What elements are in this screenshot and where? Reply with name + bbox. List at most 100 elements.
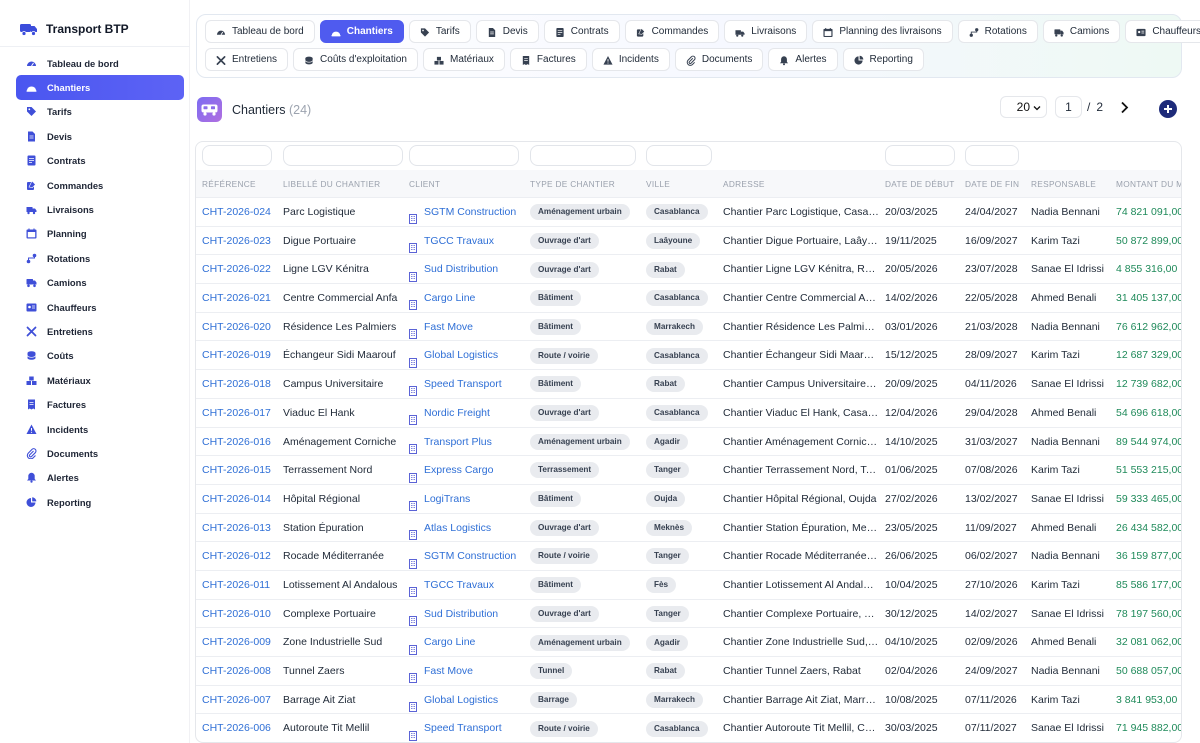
tab-commandes[interactable]: Commandes	[624, 20, 720, 43]
client-link[interactable]: Atlas Logistics	[424, 514, 491, 543]
column-header[interactable]: ADRESSE	[723, 179, 765, 189]
client-link[interactable]: TGCC Travaux	[424, 227, 494, 256]
sidebar-item-couts[interactable]: Coûts	[16, 344, 184, 368]
table-row[interactable]: CHT-2026-007 Barrage Ait Ziat Global Logis…	[196, 686, 1181, 715]
client-link[interactable]: SGTM Construction	[424, 542, 516, 571]
sidebar-item-reporting[interactable]: Reporting	[16, 490, 184, 514]
reference-link[interactable]: CHT-2026-022	[202, 255, 280, 284]
reference-link[interactable]: CHT-2026-015	[202, 456, 280, 485]
reference-link[interactable]: CHT-2026-018	[202, 370, 280, 399]
client-link[interactable]: Global Logistics	[424, 341, 498, 370]
client-link[interactable]: Sud Distribution	[424, 600, 498, 629]
reference-link[interactable]: CHT-2026-024	[202, 198, 280, 227]
table-row[interactable]: CHT-2026-014 Hôpital Régional LogiTrans Bât…	[196, 485, 1181, 514]
table-row[interactable]: CHT-2026-013 Station Épuration Atlas Logis…	[196, 514, 1181, 543]
column-filter-input[interactable]	[646, 145, 712, 166]
reference-link[interactable]: CHT-2026-007	[202, 686, 280, 715]
tab-tarifs[interactable]: Tarifs	[408, 20, 471, 43]
page-number-input[interactable]: 1	[1055, 96, 1082, 118]
sidebar-item-factures[interactable]: Factures	[16, 392, 184, 416]
column-header[interactable]: RÉFÉRENCE	[202, 179, 256, 189]
tab-factures[interactable]: Factures	[509, 48, 587, 71]
tab-chantiers[interactable]: Chantiers	[319, 20, 404, 43]
sidebar-item-tableau-de-bord[interactable]: Tableau de bord	[16, 51, 184, 75]
table-row[interactable]: CHT-2026-020 Résidence Les Palmiers Fast M…	[196, 313, 1181, 342]
sidebar-item-chantiers[interactable]: Chantiers	[16, 75, 184, 100]
column-filter-input[interactable]	[283, 145, 403, 166]
sidebar-item-rotations[interactable]: Rotations	[16, 246, 184, 270]
client-link[interactable]: Fast Move	[424, 657, 473, 686]
column-header[interactable]: DATE DE DÉBUT	[885, 179, 955, 189]
chevron-right-icon[interactable]	[1117, 100, 1131, 114]
column-filter-input[interactable]	[409, 145, 519, 166]
tab-camions[interactable]: Camions	[1042, 20, 1121, 43]
sidebar-item-alertes[interactable]: Alertes	[16, 466, 184, 490]
table-row[interactable]: CHT-2026-022 Ligne LGV Kénitra Sud Distrib…	[196, 255, 1181, 285]
add-chantier-button[interactable]	[1159, 100, 1177, 118]
table-row[interactable]: CHT-2026-015 Terrassement Nord Express Car…	[196, 456, 1181, 485]
brand[interactable]: Transport BTP	[20, 22, 129, 36]
tab-chauffeurs[interactable]: Chauffeurs	[1125, 20, 1200, 43]
column-header[interactable]: LIBELLÉ DU CHANTIER	[283, 179, 380, 189]
tab-devis[interactable]: Devis	[475, 20, 539, 43]
sidebar-item-devis[interactable]: Devis	[16, 124, 184, 148]
tab-reporting[interactable]: Reporting	[842, 48, 924, 71]
reference-link[interactable]: CHT-2026-019	[202, 341, 280, 370]
table-row[interactable]: CHT-2026-009 Zone Industrielle Sud Cargo L…	[196, 628, 1181, 657]
client-link[interactable]: LogiTrans	[424, 485, 470, 514]
reference-link[interactable]: CHT-2026-011	[202, 571, 280, 600]
column-header[interactable]: CLIENT	[409, 179, 440, 189]
reference-link[interactable]: CHT-2026-021	[202, 284, 280, 313]
reference-link[interactable]: CHT-2026-010	[202, 600, 280, 629]
tab-tableau-de-bord[interactable]: Tableau de bord	[205, 20, 315, 43]
sidebar-item-documents[interactable]: Documents	[16, 441, 184, 465]
table-row[interactable]: CHT-2026-011 Lotissement Al Andalous TGCC …	[196, 571, 1181, 600]
tab-incidents[interactable]: Incidents	[591, 48, 670, 71]
column-header[interactable]: TYPE DE CHANTIER	[530, 179, 615, 189]
sidebar-item-chauffeurs[interactable]: Chauffeurs	[16, 295, 184, 319]
tab-documents[interactable]: Documents	[674, 48, 764, 71]
column-filter-input[interactable]	[885, 145, 955, 166]
page-size-select[interactable]: 20	[1000, 96, 1047, 118]
column-filter-input[interactable]	[530, 145, 636, 166]
table-row[interactable]: CHT-2026-006 Autoroute Tit Mellil Speed Tr…	[196, 714, 1181, 742]
table-row[interactable]: CHT-2026-017 Viaduc El Hank Nordic Freight…	[196, 399, 1181, 428]
column-header[interactable]: MONTANT DU M	[1116, 179, 1181, 189]
reference-link[interactable]: CHT-2026-008	[202, 657, 280, 686]
client-link[interactable]: Nordic Freight	[424, 399, 490, 428]
table-row[interactable]: CHT-2026-010 Complexe Portuaire Sud Distri…	[196, 600, 1181, 629]
reference-link[interactable]: CHT-2026-012	[202, 542, 280, 571]
tab-planning-des-livraisons[interactable]: Planning des livraisons	[812, 20, 953, 43]
sidebar-item-materiaux[interactable]: Matériaux	[16, 368, 184, 392]
reference-link[interactable]: CHT-2026-020	[202, 313, 280, 342]
sidebar-item-incidents[interactable]: Incidents	[16, 417, 184, 441]
tab-entretiens[interactable]: Entretiens	[205, 48, 289, 71]
tab-materiaux[interactable]: Matériaux	[423, 48, 505, 71]
table-row[interactable]: CHT-2026-019 Échangeur Sidi Maarouf Global…	[196, 341, 1181, 371]
client-link[interactable]: Speed Transport	[424, 714, 502, 742]
table-row[interactable]: CHT-2026-008 Tunnel Zaers Fast Move Tunnel R…	[196, 657, 1181, 686]
tab-livraisons[interactable]: Livraisons	[724, 20, 808, 43]
reference-link[interactable]: CHT-2026-013	[202, 514, 280, 543]
client-link[interactable]: Speed Transport	[424, 370, 502, 399]
sidebar-item-contrats[interactable]: Contrats	[16, 149, 184, 173]
client-link[interactable]: Global Logistics	[424, 686, 498, 715]
client-link[interactable]: Cargo Line	[424, 284, 475, 313]
sidebar-item-livraisons[interactable]: Livraisons	[16, 197, 184, 221]
client-link[interactable]: Fast Move	[424, 313, 473, 342]
sidebar-item-camions[interactable]: Camions	[16, 271, 184, 295]
reference-link[interactable]: CHT-2026-009	[202, 628, 280, 657]
sidebar-item-tarifs[interactable]: Tarifs	[16, 100, 184, 124]
sidebar-item-planning[interactable]: Planning	[16, 222, 184, 246]
client-link[interactable]: Cargo Line	[424, 628, 475, 657]
reference-link[interactable]: CHT-2026-014	[202, 485, 280, 514]
table-row[interactable]: CHT-2026-023 Digue Portuaire TGCC Travaux O…	[196, 227, 1181, 256]
table-row[interactable]: CHT-2026-016 Aménagement Corniche Transpor…	[196, 428, 1181, 457]
table-row[interactable]: CHT-2026-024 Parc Logistique SGTM Construc…	[196, 198, 1181, 227]
client-link[interactable]: Transport Plus	[424, 428, 492, 457]
client-link[interactable]: Express Cargo	[424, 456, 493, 485]
column-header[interactable]: DATE DE FIN	[965, 179, 1019, 189]
tab-alertes[interactable]: Alertes	[768, 48, 838, 71]
reference-link[interactable]: CHT-2026-006	[202, 714, 280, 742]
sidebar-item-commandes[interactable]: Commandes	[16, 173, 184, 197]
